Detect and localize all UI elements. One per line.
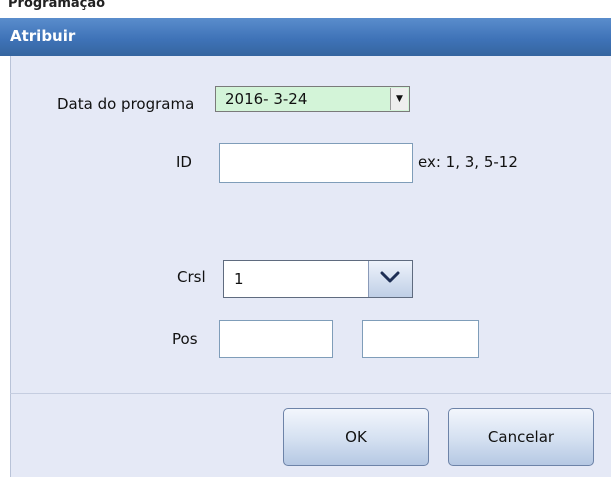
crsl-value: 1 (234, 270, 244, 288)
cancel-button[interactable]: Cancelar (448, 408, 594, 466)
id-hint: ex: 1, 3, 5-12 (418, 153, 518, 171)
chevron-down-icon (380, 271, 400, 283)
dialog-title: Atribuir (10, 27, 76, 45)
pos-input-2[interactable] (362, 320, 479, 358)
assign-dialog: Atribuir Data do programa 2016- 3-24 ▼ I… (0, 18, 611, 477)
date-label: Data do programa (57, 95, 195, 113)
id-input[interactable] (219, 143, 413, 183)
crsl-dropdown-button[interactable] (368, 261, 412, 297)
page-header-text: Programação (8, 0, 106, 11)
date-dropdown-arrow-icon[interactable]: ▼ (390, 88, 408, 110)
crsl-select[interactable]: 1 (223, 260, 413, 298)
dialog-left-border (0, 56, 11, 477)
crsl-label: Crsl (177, 268, 206, 286)
dialog-titlebar: Atribuir (0, 18, 611, 56)
date-picker[interactable]: 2016- 3-24 ▼ (215, 86, 410, 112)
date-value: 2016- 3-24 (225, 90, 308, 108)
page-header: Programação (0, 0, 611, 18)
pos-input-1[interactable] (219, 320, 333, 358)
button-separator (10, 393, 611, 394)
pos-label: Pos (172, 330, 198, 348)
id-label: ID (176, 153, 192, 171)
ok-button[interactable]: OK (283, 408, 429, 466)
